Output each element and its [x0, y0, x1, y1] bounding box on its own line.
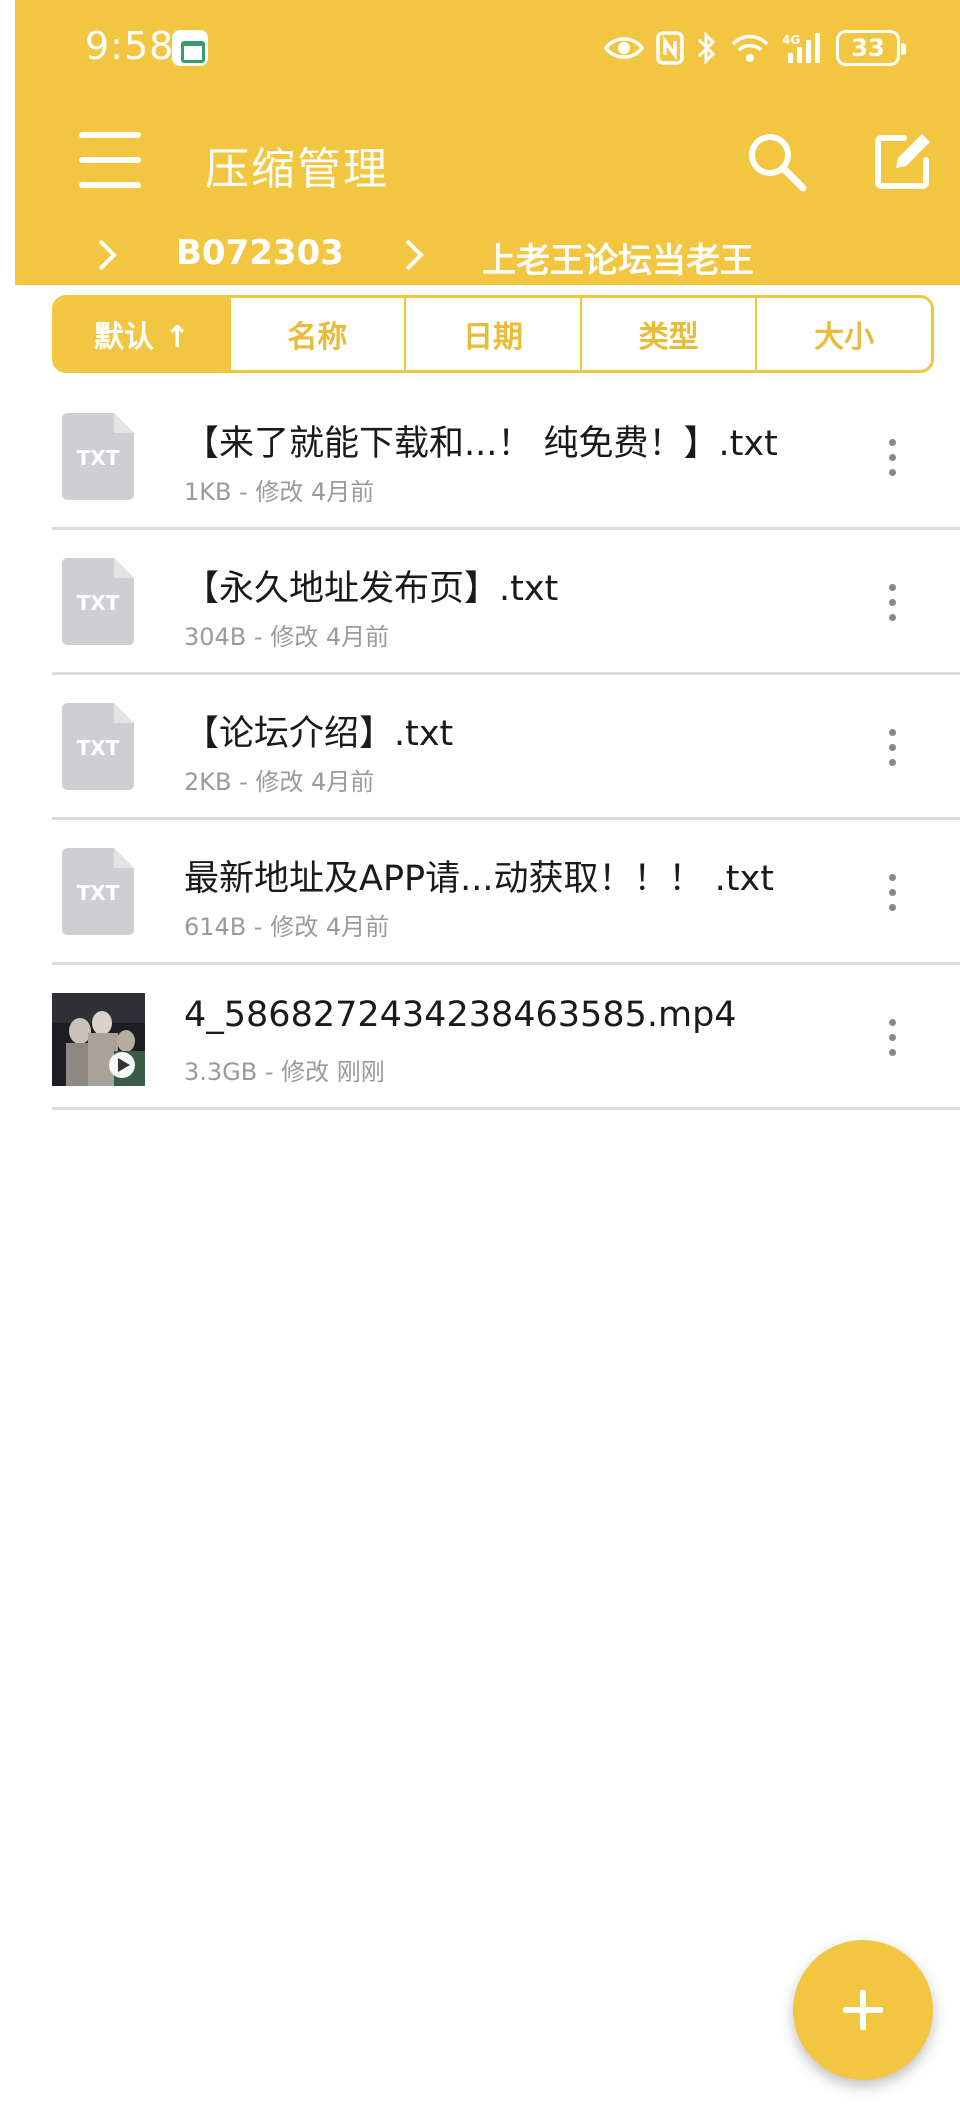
more-options-icon[interactable]	[872, 1007, 912, 1067]
file-name: 【永久地址发布页】.txt	[184, 569, 559, 609]
file-meta: 1KB - 修改 4月前	[184, 478, 375, 506]
txt-file-icon: TXT	[62, 848, 134, 935]
txt-file-icon: TXT	[62, 413, 134, 500]
status-bar: 9:58 4G 33	[15, 0, 960, 100]
breadcrumb: B072303 上老王论坛当老王	[15, 225, 960, 285]
video-thumbnail	[52, 993, 145, 1086]
file-name: 4_5868272434238463585.mp4	[184, 995, 737, 1035]
wifi-icon	[731, 34, 769, 62]
svg-text:TXT: TXT	[77, 591, 120, 615]
bluetooth-icon	[697, 31, 716, 65]
sort-tab-date[interactable]: 日期	[404, 298, 580, 370]
hamburger-menu-icon[interactable]	[79, 132, 141, 188]
page-title: 压缩管理	[205, 144, 389, 195]
list-item[interactable]: TXT 【来了就能下载和...！ 纯免费！】.txt 1KB - 修改 4月前	[52, 385, 960, 530]
file-name: 【论坛介绍】.txt	[184, 714, 454, 754]
status-icons: 4G 33	[604, 26, 906, 70]
chevron-right-icon	[402, 237, 432, 273]
sort-tab-type[interactable]: 类型	[579, 298, 756, 370]
file-meta: 614B - 修改 4月前	[184, 913, 390, 941]
sort-tabs: 默认 ↑ 名称 日期 类型 大小	[52, 295, 934, 373]
sort-tab-default[interactable]: 默认 ↑	[55, 298, 229, 370]
svg-text:TXT: TXT	[77, 736, 120, 760]
battery-icon: 33	[836, 30, 906, 66]
svg-text:4G: 4G	[782, 33, 800, 47]
eye-icon	[604, 37, 644, 59]
file-name: 最新地址及APP请...动获取！！！ .txt	[184, 859, 774, 899]
app-notification-icon	[172, 30, 208, 66]
app-header: 9:58 4G 33 压缩管理 B072303 上老王论坛当老王	[15, 0, 960, 285]
more-options-icon[interactable]	[872, 717, 912, 777]
list-item[interactable]: TXT 【永久地址发布页】.txt 304B - 修改 4月前	[52, 530, 960, 675]
nfc-icon	[656, 31, 684, 65]
breadcrumb-item-current[interactable]: 上老王论坛当老王	[482, 233, 754, 282]
breadcrumb-item[interactable]: B072303	[176, 233, 344, 273]
svg-text:TXT: TXT	[77, 881, 120, 905]
svg-text:TXT: TXT	[77, 446, 120, 470]
more-options-icon[interactable]	[872, 862, 912, 922]
status-time: 9:58	[85, 24, 175, 68]
more-options-icon[interactable]	[872, 427, 912, 487]
file-meta: 3.3GB - 修改 刚刚	[184, 1058, 385, 1086]
chevron-right-icon	[95, 237, 125, 273]
txt-file-icon: TXT	[62, 703, 134, 790]
plus-icon	[843, 1990, 883, 2030]
list-item[interactable]: TXT 【论坛介绍】.txt 2KB - 修改 4月前	[52, 675, 960, 820]
file-list: TXT 【来了就能下载和...！ 纯免费！】.txt 1KB - 修改 4月前 …	[52, 385, 960, 1110]
sort-tab-name[interactable]: 名称	[228, 298, 405, 370]
file-meta: 304B - 修改 4月前	[184, 623, 390, 651]
list-item[interactable]: 4_5868272434238463585.mp4 3.3GB - 修改 刚刚	[52, 965, 960, 1110]
list-item[interactable]: TXT 最新地址及APP请...动获取！！！ .txt 614B - 修改 4月…	[52, 820, 960, 965]
file-meta: 2KB - 修改 4月前	[184, 768, 375, 796]
sort-tab-size[interactable]: 大小	[755, 298, 931, 370]
search-icon[interactable]	[743, 128, 809, 194]
more-options-icon[interactable]	[872, 572, 912, 632]
file-name: 【来了就能下载和...！ 纯免费！】.txt	[184, 424, 778, 464]
edit-icon[interactable]	[870, 128, 936, 194]
txt-file-icon: TXT	[62, 558, 134, 645]
signal-icon: 4G	[782, 33, 820, 63]
add-button[interactable]	[793, 1940, 933, 2080]
